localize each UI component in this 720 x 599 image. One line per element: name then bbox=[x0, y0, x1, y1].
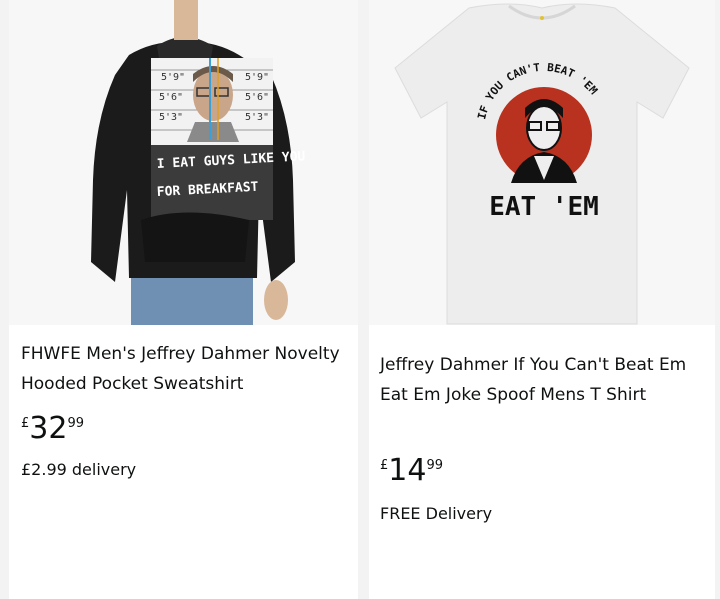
height-mark: 5'3" bbox=[159, 112, 183, 123]
product-image-hoodie[interactable]: 5'9" 5'6" 5'3" 5'9" 5'6" 5'3" I EAT GUYS… bbox=[9, 0, 358, 325]
figure-face bbox=[526, 105, 562, 151]
height-mark: 5'6" bbox=[245, 92, 269, 103]
tag-icon bbox=[540, 16, 544, 20]
delivery-info: £2.99 delivery bbox=[21, 460, 137, 479]
price-currency: £ bbox=[380, 458, 389, 473]
height-mark: 5'9" bbox=[161, 72, 185, 83]
product-card-hoodie[interactable]: 5'9" 5'6" 5'3" 5'9" 5'6" 5'3" I EAT GUYS… bbox=[9, 0, 358, 599]
price-whole: 14 bbox=[388, 453, 427, 488]
model-neck bbox=[174, 0, 198, 40]
price-whole: 32 bbox=[29, 411, 68, 446]
hoodie-illustration: 5'9" 5'6" 5'3" 5'9" 5'6" 5'3" I EAT GUYS… bbox=[91, 0, 306, 325]
product-title[interactable]: Jeffrey Dahmer If You Can't Beat Em Eat … bbox=[380, 350, 703, 410]
delivery-info: FREE Delivery bbox=[380, 504, 493, 523]
model-hand bbox=[264, 280, 288, 320]
price-fraction: 99 bbox=[67, 416, 85, 431]
print-shirt bbox=[187, 122, 239, 142]
hoodie-pocket bbox=[141, 212, 249, 262]
tshirt-illustration: IF YOU CAN'T BEAT 'EM EAT 'EM bbox=[394, 3, 690, 325]
price-fraction: 99 bbox=[426, 458, 444, 473]
product-price: £3299 bbox=[21, 412, 84, 446]
product-image-tshirt[interactable]: IF YOU CAN'T BEAT 'EM EAT 'EM bbox=[369, 0, 715, 325]
jeans bbox=[131, 272, 253, 325]
height-mark: 5'6" bbox=[159, 92, 183, 103]
product-title[interactable]: FHWFE Men's Jeffrey Dahmer Novelty Hoode… bbox=[21, 339, 346, 399]
product-card-tshirt[interactable]: IF YOU CAN'T BEAT 'EM EAT 'EM Jeffrey Da… bbox=[369, 0, 715, 599]
print-main-text: EAT 'EM bbox=[489, 192, 599, 222]
price-currency: £ bbox=[21, 416, 30, 431]
product-price: £1499 bbox=[380, 454, 443, 488]
height-mark: 5'3" bbox=[245, 112, 269, 123]
height-mark: 5'9" bbox=[245, 72, 269, 83]
